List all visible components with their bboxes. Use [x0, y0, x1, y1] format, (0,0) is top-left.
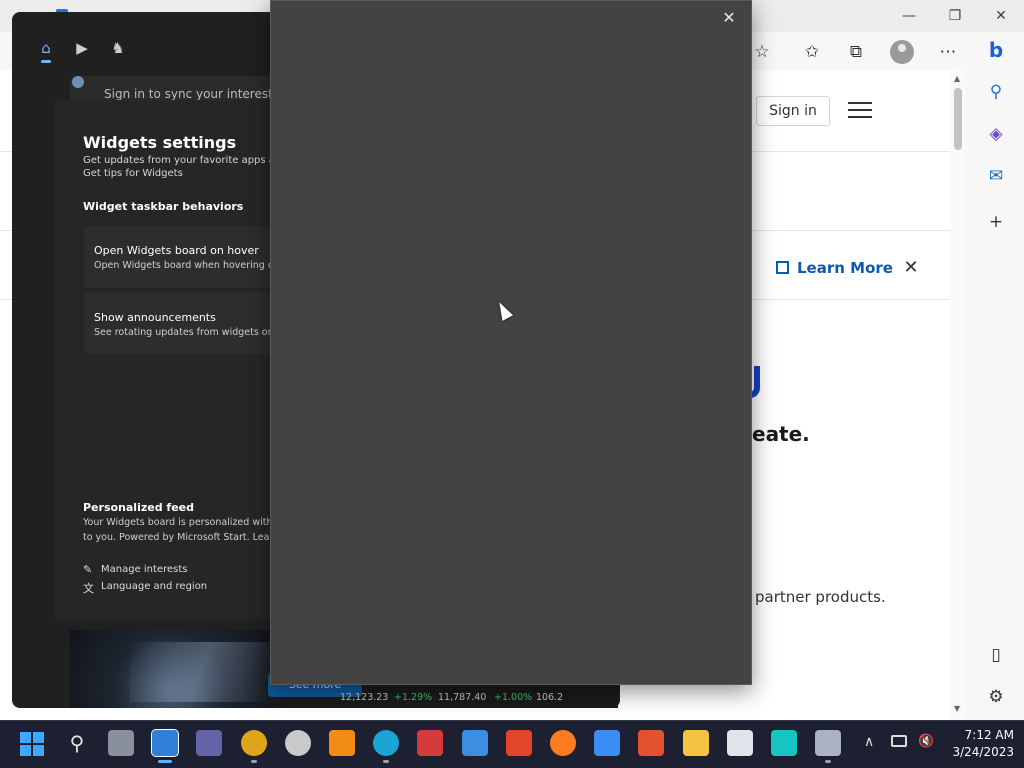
banner-close-icon[interactable]: ✕ — [902, 259, 920, 277]
bing-chat-icon[interactable]: b — [984, 38, 1008, 62]
clock-app-icon[interactable] — [285, 730, 311, 756]
tray-overflow-chevron-icon[interactable]: ∧ — [864, 734, 874, 750]
hover-option-title: Open Widgets board on hover — [94, 244, 259, 257]
more-options-icon[interactable]: ⋯ — [936, 40, 960, 64]
app-diamond-icon[interactable] — [771, 730, 797, 756]
favorite-star-icon[interactable]: ☆ — [750, 40, 774, 64]
dialog-close-icon[interactable]: ✕ — [720, 9, 738, 27]
clock-time[interactable]: 7:12 AM — [950, 728, 1014, 742]
close-window-button[interactable]: ✕ — [978, 0, 1024, 32]
search-magnifier-app-icon[interactable] — [329, 730, 355, 756]
sidebar-add-icon[interactable]: + — [984, 210, 1008, 234]
mail-icon[interactable] — [594, 730, 620, 756]
page-scrollbar[interactable]: ▲ ▼ — [950, 70, 966, 720]
task-view-icon[interactable] — [108, 730, 134, 756]
learn-more-link[interactable]: Learn More — [776, 259, 893, 283]
learn-more-label: Learn More — [797, 259, 893, 277]
running-indicator — [158, 760, 172, 763]
settings-title: Widgets settings — [83, 133, 237, 152]
widgets-tips-link[interactable]: Get tips for Widgets — [83, 168, 183, 179]
restore-button[interactable]: ❐ — [932, 0, 978, 32]
blank-dialog-window[interactable] — [270, 0, 752, 685]
taskbar-search-icon[interactable]: ⚲ — [64, 730, 90, 756]
running-indicator — [825, 760, 831, 763]
stock-value-3: 106.2 — [536, 692, 564, 703]
external-link-icon — [776, 261, 789, 274]
news-card-light — [130, 642, 270, 702]
volume-muted-icon[interactable]: 🔇 — [918, 734, 934, 749]
behaviors-heading: Widget taskbar behaviors — [83, 200, 244, 213]
widgets-app-icon[interactable] — [151, 729, 179, 757]
ccleaner-icon[interactable] — [727, 730, 753, 756]
sidebar-search-icon[interactable]: ⚲ — [984, 80, 1008, 104]
feed-description-2: to you. Powered by Microsoft Start. Lear… — [83, 532, 292, 543]
network-icon[interactable] — [891, 735, 907, 747]
widgets-video-icon[interactable]: ▶ — [72, 38, 92, 58]
chrome-icon[interactable] — [241, 730, 267, 756]
widgets-home-icon[interactable]: ⌂ — [36, 38, 56, 58]
stock-change-2: +1.00% — [494, 692, 533, 703]
scroll-down-icon[interactable]: ▼ — [954, 704, 960, 713]
clock-date[interactable]: 3/24/2023 — [950, 745, 1014, 759]
profile-avatar[interactable] — [890, 40, 914, 64]
news-app-icon[interactable] — [417, 730, 443, 756]
pencil-icon: ✎ — [83, 563, 93, 576]
running-indicator — [251, 760, 257, 763]
sidebar-outlook-icon[interactable]: ✉ — [984, 164, 1008, 188]
running-indicator — [383, 760, 389, 763]
partner-text: partner products. — [755, 588, 886, 606]
maps-pin-icon[interactable] — [638, 730, 664, 756]
stock-value-2: 11,787.40 — [438, 692, 487, 703]
file-explorer-icon[interactable] — [683, 730, 709, 756]
sidebar-settings-icon[interactable]: ⚙ — [984, 685, 1008, 709]
edge-icon[interactable] — [373, 730, 399, 756]
announcements-option-desc: See rotating updates from widgets on the — [94, 327, 293, 338]
scroll-thumb[interactable] — [954, 88, 962, 150]
language-icon: 文 — [83, 582, 94, 595]
feed-heading: Personalized feed — [83, 501, 194, 514]
stock-change: +1.29% — [394, 692, 433, 703]
feed-description: Your Widgets board is personalized with … — [83, 517, 293, 528]
manage-interests-link[interactable]: Manage interests — [101, 564, 187, 575]
stock-value: 12,123.23 — [340, 692, 389, 703]
language-region-link[interactable]: Language and region — [101, 581, 207, 592]
sidebar-panel-icon[interactable]: ▯ — [984, 643, 1008, 667]
hover-option-desc: Open Widgets board when hovering on th — [94, 260, 293, 271]
scroll-up-icon[interactable]: ▲ — [954, 74, 960, 83]
sidebar-copilot-icon[interactable]: ◈ — [984, 122, 1008, 146]
minimize-button[interactable]: — — [886, 0, 932, 32]
collections-icon[interactable]: ⧉ — [844, 40, 868, 64]
store-icon[interactable] — [462, 730, 488, 756]
widgets-sports-icon[interactable]: ♞ — [108, 38, 128, 58]
office-icon[interactable] — [506, 730, 532, 756]
info-icon — [72, 76, 84, 88]
teams-icon[interactable] — [196, 730, 222, 756]
favorites-icon[interactable]: ✩ — [800, 40, 824, 64]
home-tab-indicator — [41, 60, 51, 63]
firefox-icon[interactable] — [550, 730, 576, 756]
announcements-option-title: Show announcements — [94, 311, 216, 324]
hamburger-menu-icon[interactable] — [848, 102, 872, 120]
sign-in-button[interactable]: Sign in — [756, 96, 830, 126]
settings-gear-icon[interactable] — [815, 730, 841, 756]
start-windows-icon[interactable] — [20, 732, 44, 756]
hero-headline: eate. — [752, 422, 810, 446]
